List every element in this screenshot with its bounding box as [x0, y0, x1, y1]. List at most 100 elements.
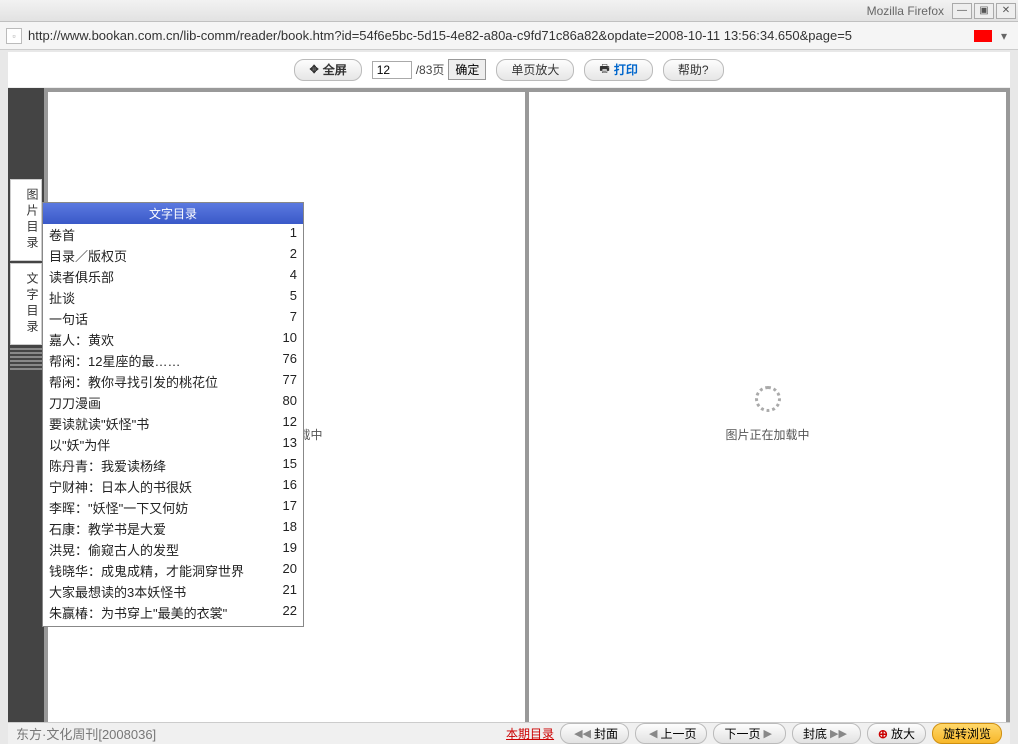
toc-item-page: 80: [273, 393, 297, 412]
page-confirm-button[interactable]: 确定: [448, 59, 486, 80]
next-page-button[interactable]: 下一页 ▶: [713, 723, 785, 744]
rotate-browse-button[interactable]: 旋转浏览: [932, 723, 1002, 744]
fullscreen-icon: ✥: [309, 63, 318, 76]
sidebar: 图片目录 文字目录: [8, 88, 44, 740]
toc-item-page: 26: [273, 624, 297, 626]
help-button[interactable]: 帮助?: [663, 59, 724, 81]
toc-item-page: 10: [273, 330, 297, 349]
toc-item-title: 朱赢椿：为书穿上"最美的衣裳": [49, 603, 273, 622]
fullscreen-label: 全屏: [323, 61, 347, 78]
cover-label: 封面: [594, 725, 618, 742]
fullscreen-button[interactable]: ✥ 全屏: [294, 59, 361, 81]
toc-item[interactable]: 帮闲：教你寻找引发的桃花位77: [43, 371, 303, 392]
toc-item-title: 大家最想读的3本妖怪书: [49, 582, 273, 601]
print-icon: 🖶: [599, 60, 609, 79]
toc-item-page: 12: [273, 414, 297, 433]
toc-item[interactable]: 要读就读"妖怪"书12: [43, 413, 303, 434]
toc-item[interactable]: 扯谈5: [43, 287, 303, 308]
toc-item-title: 嘉人：黄欢: [49, 330, 273, 349]
page-input[interactable]: [372, 61, 412, 79]
toc-item[interactable]: 石康：教学书是大爱18: [43, 518, 303, 539]
toc-item-title: 胭脂水粉 乐活新生: [49, 624, 273, 626]
toc-item-title: 刀刀漫画: [49, 393, 273, 412]
toc-item[interactable]: 卷首1: [43, 224, 303, 245]
toc-item[interactable]: 以"妖"为伴13: [43, 434, 303, 455]
toc-item-title: 扯谈: [49, 288, 273, 307]
toc-item-page: 21: [273, 582, 297, 601]
toc-item[interactable]: 大家最想读的3本妖怪书21: [43, 581, 303, 602]
toc-item-title: 要读就读"妖怪"书: [49, 414, 273, 433]
print-button[interactable]: 🖶 打印: [584, 59, 652, 81]
toc-item-page: 4: [273, 267, 297, 286]
prev-label: 上一页: [660, 725, 696, 742]
toc-item[interactable]: 胭脂水粉 乐活新生26: [43, 623, 303, 626]
sidebar-tab-text-toc[interactable]: 文字目录: [10, 263, 42, 345]
prev-icon: ◀: [649, 727, 657, 740]
prev-page-button[interactable]: ◀ 上一页: [635, 723, 707, 744]
toc-item-page: 17: [273, 498, 297, 517]
toc-item-page: 5: [273, 288, 297, 307]
toc-item-page: 18: [273, 519, 297, 538]
toc-item[interactable]: 李晖："妖怪"一下又何妨17: [43, 497, 303, 518]
page-navigator: /83页 确定: [372, 59, 487, 80]
toc-item-page: 22: [273, 603, 297, 622]
maximize-button[interactable]: ▣: [974, 3, 994, 19]
zoom-icon: ⊕: [878, 727, 888, 741]
toc-item[interactable]: 刀刀漫画80: [43, 392, 303, 413]
toc-item[interactable]: 读者俱乐部4: [43, 266, 303, 287]
toc-item-title: 李晖："妖怪"一下又何妨: [49, 498, 273, 517]
toc-item-page: 15: [273, 456, 297, 475]
zoom-button[interactable]: ⊕ 放大: [867, 723, 926, 744]
next-label: 下一页: [724, 725, 760, 742]
toc-item[interactable]: 嘉人：黄欢10: [43, 329, 303, 350]
toc-item[interactable]: 一句话7: [43, 308, 303, 329]
sidebar-spacer: [8, 88, 44, 178]
toc-header: 文字目录: [43, 203, 303, 224]
toc-list[interactable]: 卷首1目录／版权页2读者俱乐部4扯谈5一句话7嘉人：黄欢10帮闲：12星座的最……: [43, 224, 303, 626]
zoom-label: 放大: [891, 725, 915, 742]
toc-item-page: 1: [273, 225, 297, 244]
url-dropdown-icon[interactable]: ▾: [996, 28, 1012, 44]
toc-item-page: 77: [273, 372, 297, 391]
toc-item[interactable]: 洪晃：偷窥古人的发型19: [43, 539, 303, 560]
flag-icon: [974, 30, 992, 42]
minimize-button[interactable]: —: [952, 3, 972, 19]
spinner-icon: [755, 386, 781, 412]
sidebar-spacer: [8, 374, 44, 740]
current-toc-link[interactable]: 本期目录: [506, 725, 554, 742]
toc-item[interactable]: 帮闲：12星座的最……76: [43, 350, 303, 371]
sidebar-tab-image-toc[interactable]: 图片目录: [10, 179, 42, 261]
toc-item[interactable]: 宁财神：日本人的书很妖16: [43, 476, 303, 497]
toc-item-title: 宁财神：日本人的书很妖: [49, 477, 273, 496]
toc-item[interactable]: 陈丹青：我爱读杨绛15: [43, 455, 303, 476]
reader-toolbar: ✥ 全屏 /83页 确定 单页放大 🖶 打印 帮助?: [8, 52, 1010, 88]
last-icon: ▶▶: [830, 727, 847, 740]
toc-item-title: 钱晓华：成鬼成精，才能洞穿世界: [49, 561, 273, 580]
toc-item-title: 石康：教学书是大爱: [49, 519, 273, 538]
toc-item-title: 帮闲：12星座的最……: [49, 351, 273, 370]
toc-item-page: 2: [273, 246, 297, 265]
toc-item[interactable]: 目录／版权页2: [43, 245, 303, 266]
magazine-title: 东方·文化周刊[2008036]: [16, 724, 156, 743]
url-field[interactable]: http://www.bookan.com.cn/lib-comm/reader…: [28, 28, 970, 43]
rotate-browse-label: 旋转浏览: [943, 725, 991, 742]
toc-item-page: 7: [273, 309, 297, 328]
text-toc-popup: 文字目录 卷首1目录／版权页2读者俱乐部4扯谈5一句话7嘉人：黄欢10帮闲：12…: [42, 202, 304, 627]
toc-item[interactable]: 朱赢椿：为书穿上"最美的衣裳"22: [43, 602, 303, 623]
toc-item-page: 20: [273, 561, 297, 580]
toc-item-title: 以"妖"为伴: [49, 435, 273, 454]
cover-button[interactable]: ◀◀ 封面: [560, 723, 629, 744]
right-page[interactable]: 图片正在加载中: [529, 92, 1006, 736]
page-icon: ▫: [6, 28, 22, 44]
toc-item-page: 13: [273, 435, 297, 454]
toc-item-title: 陈丹青：我爱读杨绛: [49, 456, 273, 475]
toc-item-title: 读者俱乐部: [49, 267, 273, 286]
toc-item[interactable]: 钱晓华：成鬼成精，才能洞穿世界20: [43, 560, 303, 581]
toc-item-page: 19: [273, 540, 297, 559]
loading-label: 图片正在加载中: [725, 426, 809, 443]
toc-item-page: 76: [273, 351, 297, 370]
single-zoom-button[interactable]: 单页放大: [496, 59, 574, 81]
sidebar-drag-handle[interactable]: [10, 348, 42, 372]
close-button[interactable]: ✕: [996, 3, 1016, 19]
back-cover-button[interactable]: 封底 ▶▶: [792, 723, 861, 744]
